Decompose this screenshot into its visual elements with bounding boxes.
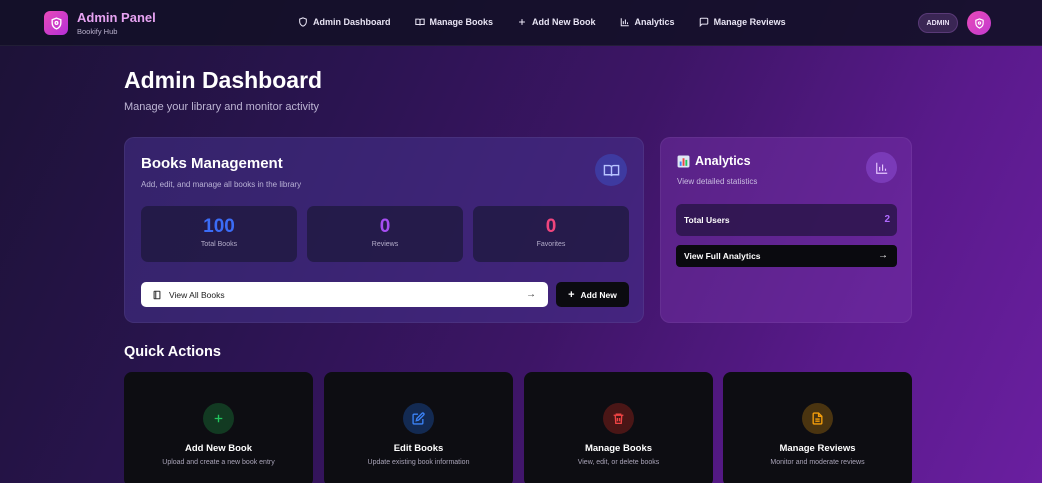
quick-action-edit-books[interactable]: Edit Books Update existing book informat… [324,372,513,483]
full-analytics-label: View Full Analytics [684,251,761,261]
analytics-title: Analytics [695,154,751,168]
trash-icon [603,403,634,434]
stat-label: Total Books [200,241,238,248]
nav-link-label: Manage Reviews [713,17,786,27]
quick-action-desc: Monitor and moderate reviews [770,459,865,466]
stat-value: 0 [545,216,557,237]
quick-action-desc: Upload and create a new book entry [162,459,275,466]
total-users-value: 2 [884,214,890,225]
card-title: Analytics [677,154,751,168]
quick-action-desc: Update existing book information [367,459,470,466]
brand-subtitle: Bookify Hub [77,27,118,36]
quick-action-desc: View, edit, or delete books [577,459,660,466]
quick-action-name: Add New Book [184,443,253,454]
quick-action-name: Manage Books [584,443,653,454]
nav-link-label: Add New Book [532,17,596,27]
view-full-analytics-button[interactable]: View Full Analytics → [676,245,897,267]
quick-actions-title: Quick Actions [124,344,221,360]
book-icon [153,290,161,299]
arrow-right-icon: → [526,289,536,300]
message-icon [699,17,708,27]
quick-action-name: Manage Reviews [779,443,856,454]
stat-total-books: 100 Total Books [141,206,297,262]
nav-link-label: Analytics [634,17,675,27]
nav-link-label: Manage Books [429,17,494,27]
card-subtitle: View detailed statistics [677,177,758,186]
book-open-icon [595,154,627,186]
document-icon [802,403,833,434]
nav-links: Admin Dashboard Manage Books Add New Boo… [298,17,810,27]
quick-action-add-new-book[interactable]: Add New Book Upload and create a new boo… [124,372,313,483]
total-users-row: Total Users 2 [676,204,897,236]
shield-icon [299,17,307,27]
add-new-button[interactable]: + Add New [556,282,629,307]
books-management-card: Books Management Add, edit, and manage a… [124,137,644,323]
plus-icon [203,403,234,434]
quick-action-manage-reviews[interactable]: Manage Reviews Monitor and moderate revi… [723,372,912,483]
plus-icon [519,19,525,25]
bar-chart-icon [620,18,629,27]
stat-reviews: 0 Reviews [307,206,463,262]
shield-icon [50,16,62,30]
nav-manage-reviews[interactable]: Manage Reviews [699,17,786,27]
card-title: Books Management [141,155,283,172]
shield-icon [974,17,984,29]
book-open-icon [414,18,425,26]
edit-icon [403,403,434,434]
bar-chart-icon [866,152,897,183]
stat-value: 0 [379,216,391,237]
view-all-label: View All Books [169,289,225,300]
nav-analytics[interactable]: Analytics [620,17,675,27]
total-users-label: Total Users [684,215,730,225]
add-new-label: Add New [580,289,617,300]
nav-link-label: Admin Dashboard [313,17,391,27]
stat-label: Reviews [371,241,399,248]
nav-add-new-book[interactable]: Add New Book [517,17,596,27]
page-title: Admin Dashboard [124,67,323,93]
card-subtitle: Add, edit, and manage all books in the l… [141,180,302,189]
brand-title: Admin Panel [77,10,156,25]
arrow-right-icon: → [878,250,888,261]
page-subtitle: Manage your library and monitor activity [124,101,320,113]
nav-admin-dashboard[interactable]: Admin Dashboard [298,17,391,27]
quick-action-name: Edit Books [393,443,444,454]
avatar[interactable] [967,11,991,35]
stat-value: 100 [203,216,235,237]
stat-favorites: 0 Favorites [473,206,629,262]
top-navbar: Admin Panel Bookify Hub Admin Dashboard … [0,0,1042,46]
quick-action-manage-books[interactable]: Manage Books View, edit, or delete books [524,372,713,483]
logo[interactable] [44,11,68,35]
nav-manage-books[interactable]: Manage Books [414,17,494,27]
role-badge: ADMIN [918,13,958,33]
stat-label: Favorites [536,241,566,248]
view-all-books-button[interactable]: View All Books → [141,282,548,307]
plus-icon: + [568,288,575,301]
bar-chart-emoji-icon [677,155,690,167]
analytics-card: Analytics View detailed statistics Total… [660,137,912,323]
